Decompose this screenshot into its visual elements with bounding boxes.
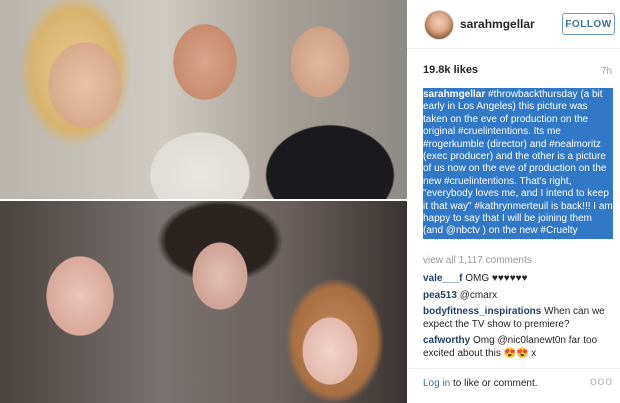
comment-item: bodyfitness_inspirations When can we exp… (423, 305, 613, 331)
comment-username[interactable]: bodyfitness_inspirations (423, 306, 541, 317)
likes-count[interactable]: 19.8k likes (423, 64, 478, 76)
comment-item: vale___f OMG ♥♥♥♥♥♥ (423, 272, 613, 285)
post-header: sarahmgellar FOLLOW (407, 0, 620, 49)
photo-bottom-throwback (0, 201, 407, 403)
comment-username[interactable]: cafworthy (423, 335, 470, 346)
comment-username[interactable]: pea513 (423, 290, 457, 301)
post-sidebar: sarahmgellar FOLLOW 19.8k likes 7h sarah… (407, 0, 620, 403)
comment-text: @cmarx (459, 290, 498, 301)
post-photo[interactable] (0, 0, 407, 403)
timestamp: 7h (601, 66, 613, 77)
avatar[interactable] (424, 10, 454, 40)
username-link[interactable]: sarahmgellar (460, 17, 535, 31)
comment-item: cafworthy Omg @nic0lanewt0n far too exci… (423, 334, 613, 360)
login-link[interactable]: Log in (423, 378, 450, 389)
instagram-post: sarahmgellar FOLLOW 19.8k likes 7h sarah… (0, 0, 620, 403)
comment-item: pea513 @cmarx (423, 289, 613, 302)
comment-username[interactable]: vale___f (423, 273, 462, 284)
caption-text: #throwbackthursday (a bit early in Los A… (423, 89, 613, 237)
follow-button[interactable]: FOLLOW (562, 13, 615, 35)
photo-top-selfie (0, 0, 407, 200)
comment-text: OMG ♥♥♥♥♥♥ (465, 273, 528, 284)
more-options-icon[interactable]: ooo (590, 374, 613, 388)
caption: sarahmgellar #throwbackthursday (a bit e… (423, 88, 613, 239)
view-all-comments-link[interactable]: view all 1,117 comments (423, 255, 532, 266)
caption-username[interactable]: sarahmgellar (423, 89, 485, 100)
login-prompt-text: to like or comment. (450, 378, 538, 389)
login-prompt: Log in to like or comment. (423, 378, 538, 389)
footer-divider (407, 368, 620, 369)
